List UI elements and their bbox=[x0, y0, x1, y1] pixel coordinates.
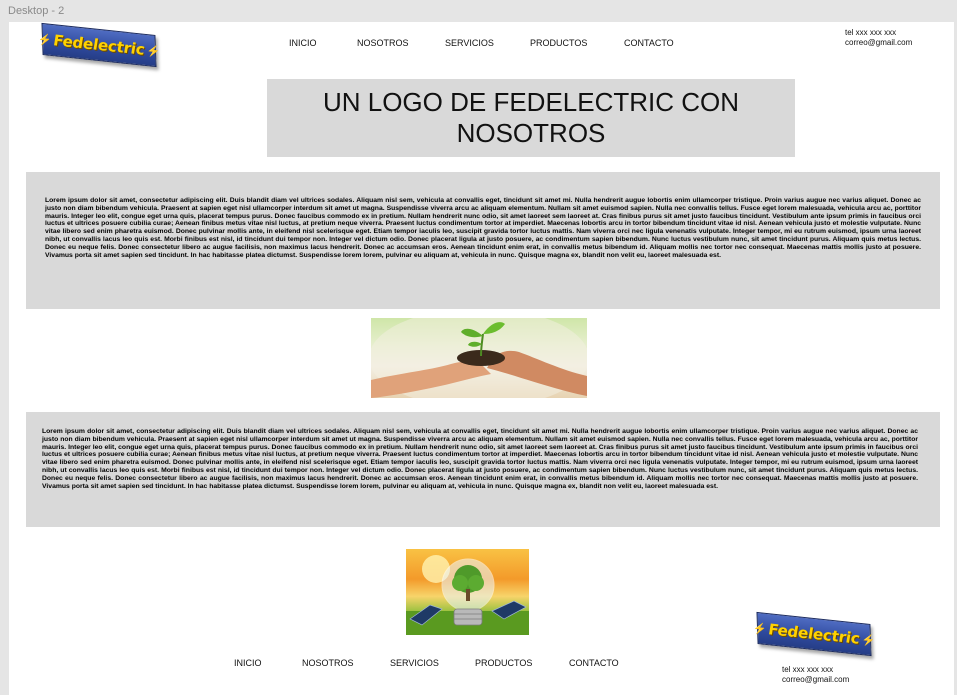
text-block-2: Lorem ipsum dolor sit amet, consectetur … bbox=[26, 412, 940, 527]
logo-bottom[interactable]: ⚡ Fedelectric ⚡ bbox=[752, 611, 875, 657]
footer-link-nosotros[interactable]: NOSOTROS bbox=[302, 658, 354, 668]
desktop-frame: ⚡ Fedelectric ⚡ INICIO NOSOTROS SERVICIO… bbox=[9, 22, 954, 695]
nav-link-inicio[interactable]: INICIO bbox=[289, 38, 317, 48]
paragraph-1: Lorem ipsum dolor sit amet, consectetur … bbox=[45, 197, 921, 259]
logo-wordmark: Fedelectric bbox=[768, 620, 860, 648]
contact-email[interactable]: correo@gmail.com bbox=[845, 38, 912, 48]
logo-wordmark: Fedelectric bbox=[53, 31, 145, 59]
footer-link-servicios[interactable]: SERVICIOS bbox=[390, 658, 439, 668]
nav-link-servicios[interactable]: SERVICIOS bbox=[445, 38, 494, 48]
contact-phone: tel xxx xxx xxx bbox=[845, 28, 897, 37]
lightning-bolt-icon: ⚡ bbox=[861, 633, 876, 647]
lightbulb-tree-image bbox=[406, 549, 529, 635]
lightning-bolt-icon: ⚡ bbox=[37, 33, 52, 47]
frame-label: Desktop - 2 bbox=[8, 5, 65, 17]
nav-link-contacto[interactable]: CONTACTO bbox=[624, 38, 674, 48]
nav-link-nosotros[interactable]: NOSOTROS bbox=[357, 38, 409, 48]
hero-banner: UN LOGO DE FEDELECTRIC CON NOSOTROS bbox=[267, 79, 795, 157]
footer-link-inicio[interactable]: INICIO bbox=[234, 658, 262, 668]
contact-info-top: tel xxx xxx xxx correo@gmail.com bbox=[845, 28, 912, 48]
nav-link-productos[interactable]: PRODUCTOS bbox=[530, 38, 587, 48]
contact-phone: tel xxx xxx xxx bbox=[782, 665, 834, 674]
contact-email[interactable]: correo@gmail.com bbox=[782, 675, 849, 685]
text-block-1: Lorem ipsum dolor sit amet, consectetur … bbox=[26, 172, 940, 309]
logo-top[interactable]: ⚡ Fedelectric ⚡ bbox=[37, 22, 160, 68]
paragraph-2: Lorem ipsum dolor sit amet, consectetur … bbox=[42, 428, 918, 490]
hands-seedling-image bbox=[371, 318, 587, 398]
lightning-bolt-icon: ⚡ bbox=[752, 622, 767, 636]
footer-link-productos[interactable]: PRODUCTOS bbox=[475, 658, 532, 668]
lightning-bolt-icon: ⚡ bbox=[146, 44, 161, 58]
contact-info-bottom: tel xxx xxx xxx correo@gmail.com bbox=[782, 665, 849, 685]
footer-link-contacto[interactable]: CONTACTO bbox=[569, 658, 619, 668]
hero-title: UN LOGO DE FEDELECTRIC CON NOSOTROS bbox=[322, 87, 740, 148]
